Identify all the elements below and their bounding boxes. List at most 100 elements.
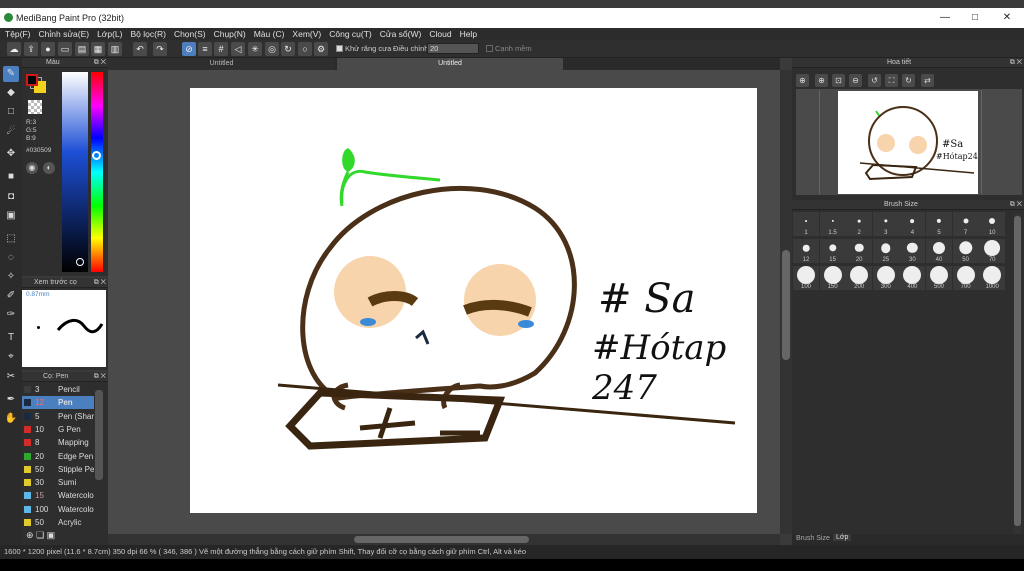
concentric-snap-icon[interactable]: ◎ — [265, 42, 279, 56]
navigator-view[interactable]: #Sa #Hótap247 — [796, 89, 1022, 195]
panel-close-icon[interactable]: ⧉ ✕ — [94, 372, 106, 382]
brush-size-option[interactable]: 5 — [926, 212, 952, 236]
tab-untitled-1[interactable]: Untitled — [108, 58, 335, 70]
snap-off-icon[interactable]: ⊘ — [182, 42, 196, 56]
brush-list-item[interactable]: 50 Acrylic — [22, 516, 94, 529]
brush-size-option[interactable]: 10 — [979, 212, 1006, 236]
blur-tool-icon[interactable]: ☄ — [3, 124, 19, 140]
operation-tool-icon[interactable]: ⌖ — [3, 349, 19, 365]
brush-size-option[interactable]: 1000 — [979, 266, 1006, 290]
brush-size-option[interactable]: 15 — [819, 239, 846, 263]
brush-size-option[interactable]: 100 — [793, 266, 819, 290]
hand-tool-icon[interactable]: ✋ — [3, 411, 19, 427]
tab-brush-size[interactable]: Brush Size — [796, 535, 830, 542]
color-picker-icon[interactable]: ◐ — [43, 162, 55, 174]
brush-size-option[interactable]: 50 — [952, 239, 979, 263]
brush-size-option[interactable]: 70 — [979, 239, 1006, 263]
parallel-snap-icon[interactable]: ≡ — [198, 42, 212, 56]
menu-filter[interactable]: Bộ lọc(R) — [127, 28, 170, 40]
menu-color[interactable]: Màu (C) — [250, 28, 289, 40]
palette-icon[interactable]: ◉ — [26, 162, 38, 174]
copy-brush-icon[interactable]: ❏ — [36, 530, 44, 540]
magic-wand-tool-icon[interactable]: ✧ — [3, 269, 19, 285]
brush-size-option[interactable]: 400 — [899, 266, 926, 290]
brush-size-option[interactable]: 12 — [793, 239, 819, 263]
gradient-tool-icon[interactable]: ▣ — [3, 208, 19, 224]
brush-size-scroll-thumb[interactable] — [1014, 216, 1021, 526]
share-icon[interactable]: ⇪ — [24, 42, 38, 56]
brush-size-option[interactable]: 3 — [872, 212, 899, 236]
delete-brush-icon[interactable]: ▣ — [47, 530, 56, 540]
fit-window-icon[interactable]: ⊡ — [832, 74, 845, 87]
panel-close-icon[interactable]: ⧉ ✕ — [1010, 200, 1022, 210]
brush-size-option[interactable]: 7 — [952, 212, 979, 236]
minimize-button[interactable]: — — [937, 11, 953, 25]
brush-size-option[interactable]: 300 — [872, 266, 899, 290]
canvas-horizontal-scrollbar[interactable] — [108, 534, 780, 545]
brush-size-option[interactable]: 1.5 — [819, 212, 846, 236]
menu-help[interactable]: Help — [456, 28, 481, 40]
fit-icon[interactable]: ⛶ — [885, 74, 898, 87]
brush-list-item[interactable]: 20 Edge Pen — [22, 450, 94, 463]
flip-icon[interactable]: ⇄ — [921, 74, 934, 87]
menu-file[interactable]: Tệp(F) — [1, 28, 35, 40]
bucket-tool-icon[interactable]: ◘ — [3, 189, 19, 205]
panel-close-icon[interactable]: ⧉ ✕ — [94, 58, 106, 68]
brush-size-option[interactable]: 40 — [926, 239, 952, 263]
tab-layer[interactable]: Lớp — [833, 534, 852, 541]
vanish-point-icon[interactable]: ◁ — [231, 42, 245, 56]
undo-icon[interactable]: ↶ — [133, 42, 147, 56]
adjust-input[interactable]: 20 — [427, 43, 479, 54]
eyedropper-tool-icon[interactable]: ✒ — [3, 392, 19, 408]
brightness-handle[interactable] — [76, 258, 84, 266]
transparent-color-swatch[interactable] — [28, 100, 42, 114]
tab-untitled-2[interactable]: Untitled — [337, 58, 563, 70]
eraser-tool-icon[interactable]: ◆ — [3, 85, 19, 101]
antialias-checkbox[interactable] — [336, 45, 343, 52]
maximize-button[interactable]: □ — [967, 11, 983, 25]
brush-list-item[interactable]: 10 G Pen — [22, 423, 94, 436]
brightness-slider[interactable] — [62, 72, 88, 272]
brush-list-item[interactable]: 3 Pencil — [22, 383, 94, 396]
brush-size-option[interactable]: 200 — [846, 266, 873, 290]
foreground-color-swatch[interactable] — [26, 74, 38, 86]
brush-list-item[interactable]: 100 Watercolo — [22, 503, 94, 516]
comment-icon[interactable]: ▭ — [58, 42, 72, 56]
brush-size-option[interactable]: 700 — [952, 266, 979, 290]
menu-select[interactable]: Chọn(S) — [170, 28, 210, 40]
brush-size-option[interactable]: 2 — [846, 212, 873, 236]
redo-icon[interactable]: ↷ — [153, 42, 167, 56]
zoom-in-alt-icon[interactable]: ⊕ — [815, 74, 828, 87]
brush-size-option[interactable]: 4 — [899, 212, 926, 236]
brush-tool-icon[interactable]: ✎ — [3, 66, 19, 82]
brush-list-item[interactable]: 50 Stipple Pe — [22, 463, 94, 476]
panel-close-icon[interactable]: ⧉ ✕ — [1010, 58, 1022, 68]
panel-icon[interactable]: ▤ — [75, 42, 89, 56]
menu-view[interactable]: Xem(V) — [288, 28, 325, 40]
brush-size-scrollbar[interactable] — [1014, 214, 1021, 534]
panel-close-icon[interactable]: ⧉ ✕ — [94, 278, 106, 288]
select-rect-tool-icon[interactable]: ⬚ — [3, 231, 19, 247]
divide-tool-icon[interactable]: ✂ — [3, 369, 19, 385]
soft-edge-checkbox[interactable] — [486, 45, 493, 52]
zoom-in-icon[interactable]: ⊕ — [796, 74, 809, 87]
brush-size-option[interactable]: 150 — [819, 266, 846, 290]
brush-size-option[interactable]: 30 — [899, 239, 926, 263]
speech-bubble-icon[interactable]: ● — [41, 42, 55, 56]
canvas-vertical-scrollbar[interactable] — [780, 70, 792, 534]
menu-tools[interactable]: Công cụ(T) — [325, 28, 376, 40]
brush-list-item[interactable]: 5 Pen (Shar — [22, 410, 94, 423]
fill-rect-tool-icon[interactable]: ■ — [3, 169, 19, 185]
add-brush-icon[interactable]: ⊕ — [26, 530, 34, 540]
rotate-right-icon[interactable]: ↻ — [902, 74, 915, 87]
brush-list-item[interactable]: 15 Watercolo — [22, 489, 94, 502]
document-icon[interactable]: ▥ — [108, 42, 122, 56]
brush-size-option[interactable]: 20 — [846, 239, 873, 263]
grid-icon[interactable]: ▦ — [91, 42, 105, 56]
brush-size-option[interactable]: 1 — [793, 212, 819, 236]
radial-snap-icon[interactable]: ✳ — [248, 42, 262, 56]
drawing-canvas[interactable]: # Sa #Hótap 247 — [190, 88, 757, 513]
grid-snap-icon[interactable]: # — [214, 42, 228, 56]
dot-tool-icon[interactable]: □ — [3, 104, 19, 120]
circle-snap-icon[interactable]: ○ — [298, 42, 312, 56]
